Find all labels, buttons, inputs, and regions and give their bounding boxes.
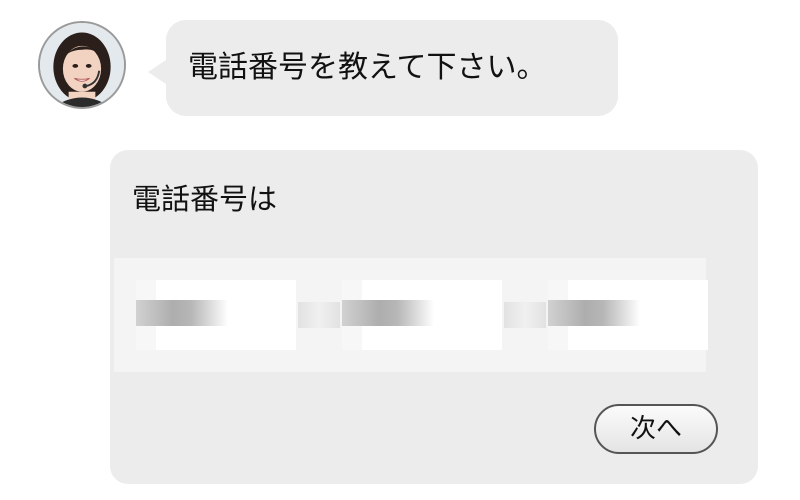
next-button[interactable]: 次へ	[594, 404, 718, 454]
phone-field-3[interactable]	[548, 280, 708, 350]
phone-field-1-masked-value	[136, 300, 228, 326]
phone-separator-2	[504, 302, 546, 328]
chat-message: 電話番号を教えて下さい。	[188, 50, 547, 85]
phone-form-card: 電話番号は 次へ	[110, 150, 758, 484]
phone-separator-1	[298, 302, 340, 328]
chat-bubble-tail	[148, 60, 166, 84]
operator-avatar	[38, 21, 126, 109]
phone-field-1[interactable]	[136, 280, 296, 350]
operator-headset-icon	[40, 23, 124, 107]
phone-field-2-masked-value	[342, 300, 434, 326]
chat-bubble: 電話番号を教えて下さい。	[148, 20, 618, 116]
phone-field-3-masked-value	[548, 300, 640, 326]
phone-label: 電話番号は	[132, 182, 278, 216]
phone-field-2[interactable]	[342, 280, 502, 350]
phone-input-row	[114, 258, 708, 372]
